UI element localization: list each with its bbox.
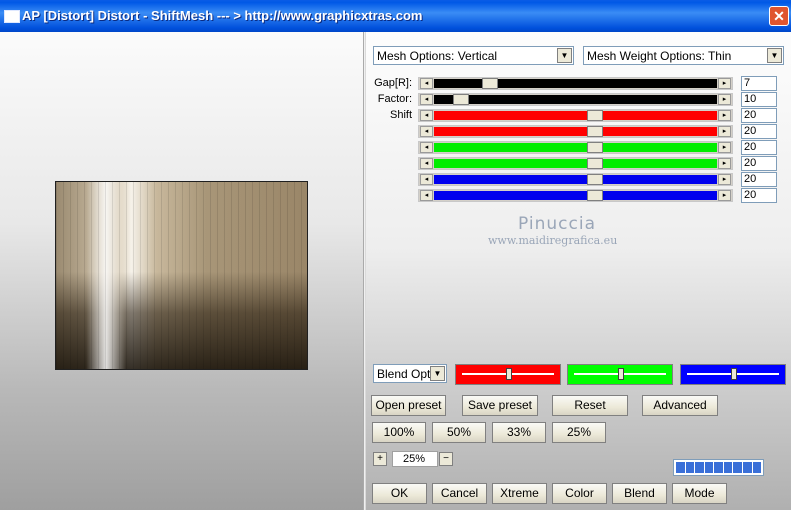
arrow-left-icon[interactable]: ◂ <box>420 190 433 201</box>
zoom-in-button[interactable]: + <box>373 452 387 466</box>
slider-value-field[interactable]: 20 <box>741 172 777 187</box>
watermark-name: Pinuccia <box>518 214 596 234</box>
slider-knob[interactable] <box>731 368 737 380</box>
zoom-100-button[interactable]: 100% <box>372 422 426 443</box>
chevron-down-icon[interactable]: ▼ <box>430 366 445 381</box>
chevron-down-icon[interactable]: ▼ <box>557 48 572 63</box>
slider-scrollbar[interactable]: ◂ ▸ <box>418 173 733 186</box>
arrow-left-icon[interactable]: ◂ <box>420 110 433 121</box>
slider-thumb[interactable] <box>453 94 469 105</box>
slider-label: Factor: <box>377 93 412 105</box>
progress-segment <box>714 462 723 473</box>
slider-thumb[interactable] <box>587 174 603 185</box>
zoom-input[interactable]: 25% <box>392 451 438 467</box>
progress-segment <box>752 462 762 473</box>
advanced-button[interactable]: Advanced <box>642 395 718 416</box>
color-button[interactable]: Color <box>552 483 607 504</box>
slider-scrollbar[interactable]: ◂ ▸ <box>418 93 733 106</box>
arrow-right-icon[interactable]: ▸ <box>718 190 731 201</box>
slider-track[interactable] <box>434 174 717 185</box>
slider-value-field[interactable]: 20 <box>741 140 777 155</box>
arrow-right-icon[interactable]: ▸ <box>718 94 731 105</box>
slider-track[interactable] <box>434 78 717 89</box>
arrow-left-icon[interactable]: ◂ <box>420 126 433 137</box>
slider-thumb[interactable] <box>587 190 603 201</box>
arrow-right-icon[interactable]: ▸ <box>718 142 731 153</box>
mesh-weight-dropdown[interactable]: Mesh Weight Options: Thin ▼ <box>583 46 784 65</box>
slider-value-field[interactable]: 20 <box>741 124 777 139</box>
mesh-options-dropdown[interactable]: Mesh Options: Vertical ▼ <box>373 46 574 65</box>
watermark-url: www.maidiregrafica.eu <box>488 234 618 247</box>
slider-track[interactable] <box>434 126 717 137</box>
progress-segment <box>733 462 742 473</box>
close-button[interactable]: ✕ <box>769 6 789 26</box>
slider-label: Gap[R]: <box>374 77 412 89</box>
slider-thumb[interactable] <box>587 142 603 153</box>
slider-scrollbar[interactable]: ◂ ▸ <box>418 109 733 122</box>
red-blend-slider[interactable] <box>455 364 561 385</box>
zoom-50-button[interactable]: 50% <box>432 422 486 443</box>
arrow-left-icon[interactable]: ◂ <box>420 174 433 185</box>
blue-blend-slider[interactable] <box>680 364 786 385</box>
slider-value-field[interactable]: 20 <box>741 156 777 171</box>
slider-thumb[interactable] <box>587 126 603 137</box>
ok-button[interactable]: OK <box>372 483 427 504</box>
mode-button[interactable]: Mode <box>672 483 727 504</box>
zoom-25-button[interactable]: 25% <box>552 422 606 443</box>
progress-segment <box>742 462 752 473</box>
cancel-button[interactable]: Cancel <box>432 483 487 504</box>
mesh-options-value: Mesh Options: Vertical <box>377 49 498 63</box>
progress-segment <box>685 462 695 473</box>
slider-knob[interactable] <box>506 368 512 380</box>
slider-thumb[interactable] <box>587 158 603 169</box>
slider-track[interactable] <box>434 110 717 121</box>
arrow-right-icon[interactable]: ▸ <box>718 126 731 137</box>
progress-segment <box>704 462 714 473</box>
slider-scrollbar[interactable]: ◂ ▸ <box>418 77 733 90</box>
chevron-down-icon[interactable]: ▼ <box>767 48 782 63</box>
zoom-out-button[interactable]: − <box>439 452 453 466</box>
slider-thumb[interactable] <box>482 78 498 89</box>
slider-value-field[interactable]: 7 <box>741 76 777 91</box>
slider-scrollbar[interactable]: ◂ ▸ <box>418 157 733 170</box>
save-preset-button[interactable]: Save preset <box>462 395 538 416</box>
blend-button[interactable]: Blend <box>612 483 667 504</box>
arrow-right-icon[interactable]: ▸ <box>718 174 731 185</box>
progress-bar <box>673 459 764 476</box>
slider-value-field[interactable]: 20 <box>741 188 777 203</box>
zoom-33-button[interactable]: 33% <box>492 422 546 443</box>
arrow-left-icon[interactable]: ◂ <box>420 94 433 105</box>
window-title: AP [Distort] Distort - ShiftMesh --- > h… <box>22 8 423 23</box>
slider-value-field[interactable]: 10 <box>741 92 777 107</box>
slider-track[interactable] <box>434 94 717 105</box>
arrow-left-icon[interactable]: ◂ <box>420 158 433 169</box>
xtreme-button[interactable]: Xtreme <box>492 483 547 504</box>
arrow-right-icon[interactable]: ▸ <box>718 78 731 89</box>
slider-label: Shift <box>389 109 412 121</box>
slider-thumb[interactable] <box>587 110 603 121</box>
progress-segment <box>695 462 704 473</box>
open-preset-button[interactable]: Open preset <box>371 395 446 416</box>
mesh-weight-value: Mesh Weight Options: Thin <box>587 49 732 63</box>
green-blend-slider[interactable] <box>567 364 673 385</box>
preview-image <box>55 181 308 370</box>
arrow-right-icon[interactable]: ▸ <box>718 158 731 169</box>
title-bar[interactable]: AP [Distort] Distort - ShiftMesh --- > h… <box>0 0 791 32</box>
slider-scrollbar[interactable]: ◂ ▸ <box>418 125 733 138</box>
window-icon <box>4 10 20 23</box>
arrow-left-icon[interactable]: ◂ <box>420 142 433 153</box>
slider-track[interactable] <box>434 158 717 169</box>
progress-segment <box>676 462 685 473</box>
slider-scrollbar[interactable]: ◂ ▸ <box>418 141 733 154</box>
slider-knob[interactable] <box>618 368 624 380</box>
arrow-left-icon[interactable]: ◂ <box>420 78 433 89</box>
reset-button[interactable]: Reset <box>552 395 628 416</box>
blend-options-dropdown[interactable]: Blend Optio ▼ <box>373 364 447 383</box>
arrow-right-icon[interactable]: ▸ <box>718 110 731 121</box>
slider-track[interactable] <box>434 142 717 153</box>
slider-scrollbar[interactable]: ◂ ▸ <box>418 189 733 202</box>
slider-track[interactable] <box>434 190 717 201</box>
progress-segment <box>723 462 733 473</box>
slider-value-field[interactable]: 20 <box>741 108 777 123</box>
